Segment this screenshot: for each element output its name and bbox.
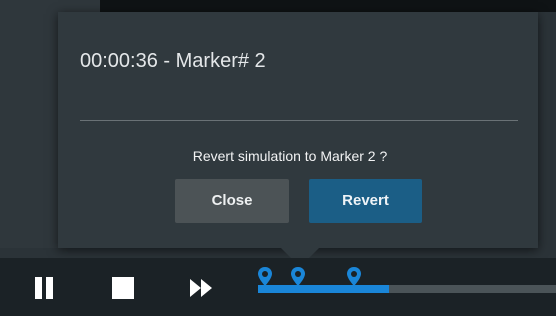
fast-forward-icon[interactable] [190, 279, 214, 303]
pause-icon[interactable] [32, 276, 56, 300]
stop-icon[interactable] [111, 276, 135, 300]
top-bar [100, 0, 556, 12]
dialog-title: 00:00:36 - Marker# 2 [80, 50, 266, 72]
playback-toolbar [0, 258, 556, 316]
dialog-question: Revert simulation to Marker 2 ? [192, 148, 388, 164]
timeline-progress [258, 285, 390, 293]
map-pin-icon[interactable] [290, 266, 306, 288]
close-button[interactable]: Close [175, 179, 289, 223]
revert-marker-dialog: 00:00:36 - Marker# 2 Revert simulation t… [58, 12, 538, 248]
revert-button[interactable]: Revert [309, 179, 422, 223]
map-pin-icon[interactable] [346, 266, 362, 288]
dialog-divider [80, 120, 518, 121]
map-pin-icon[interactable] [257, 266, 273, 288]
